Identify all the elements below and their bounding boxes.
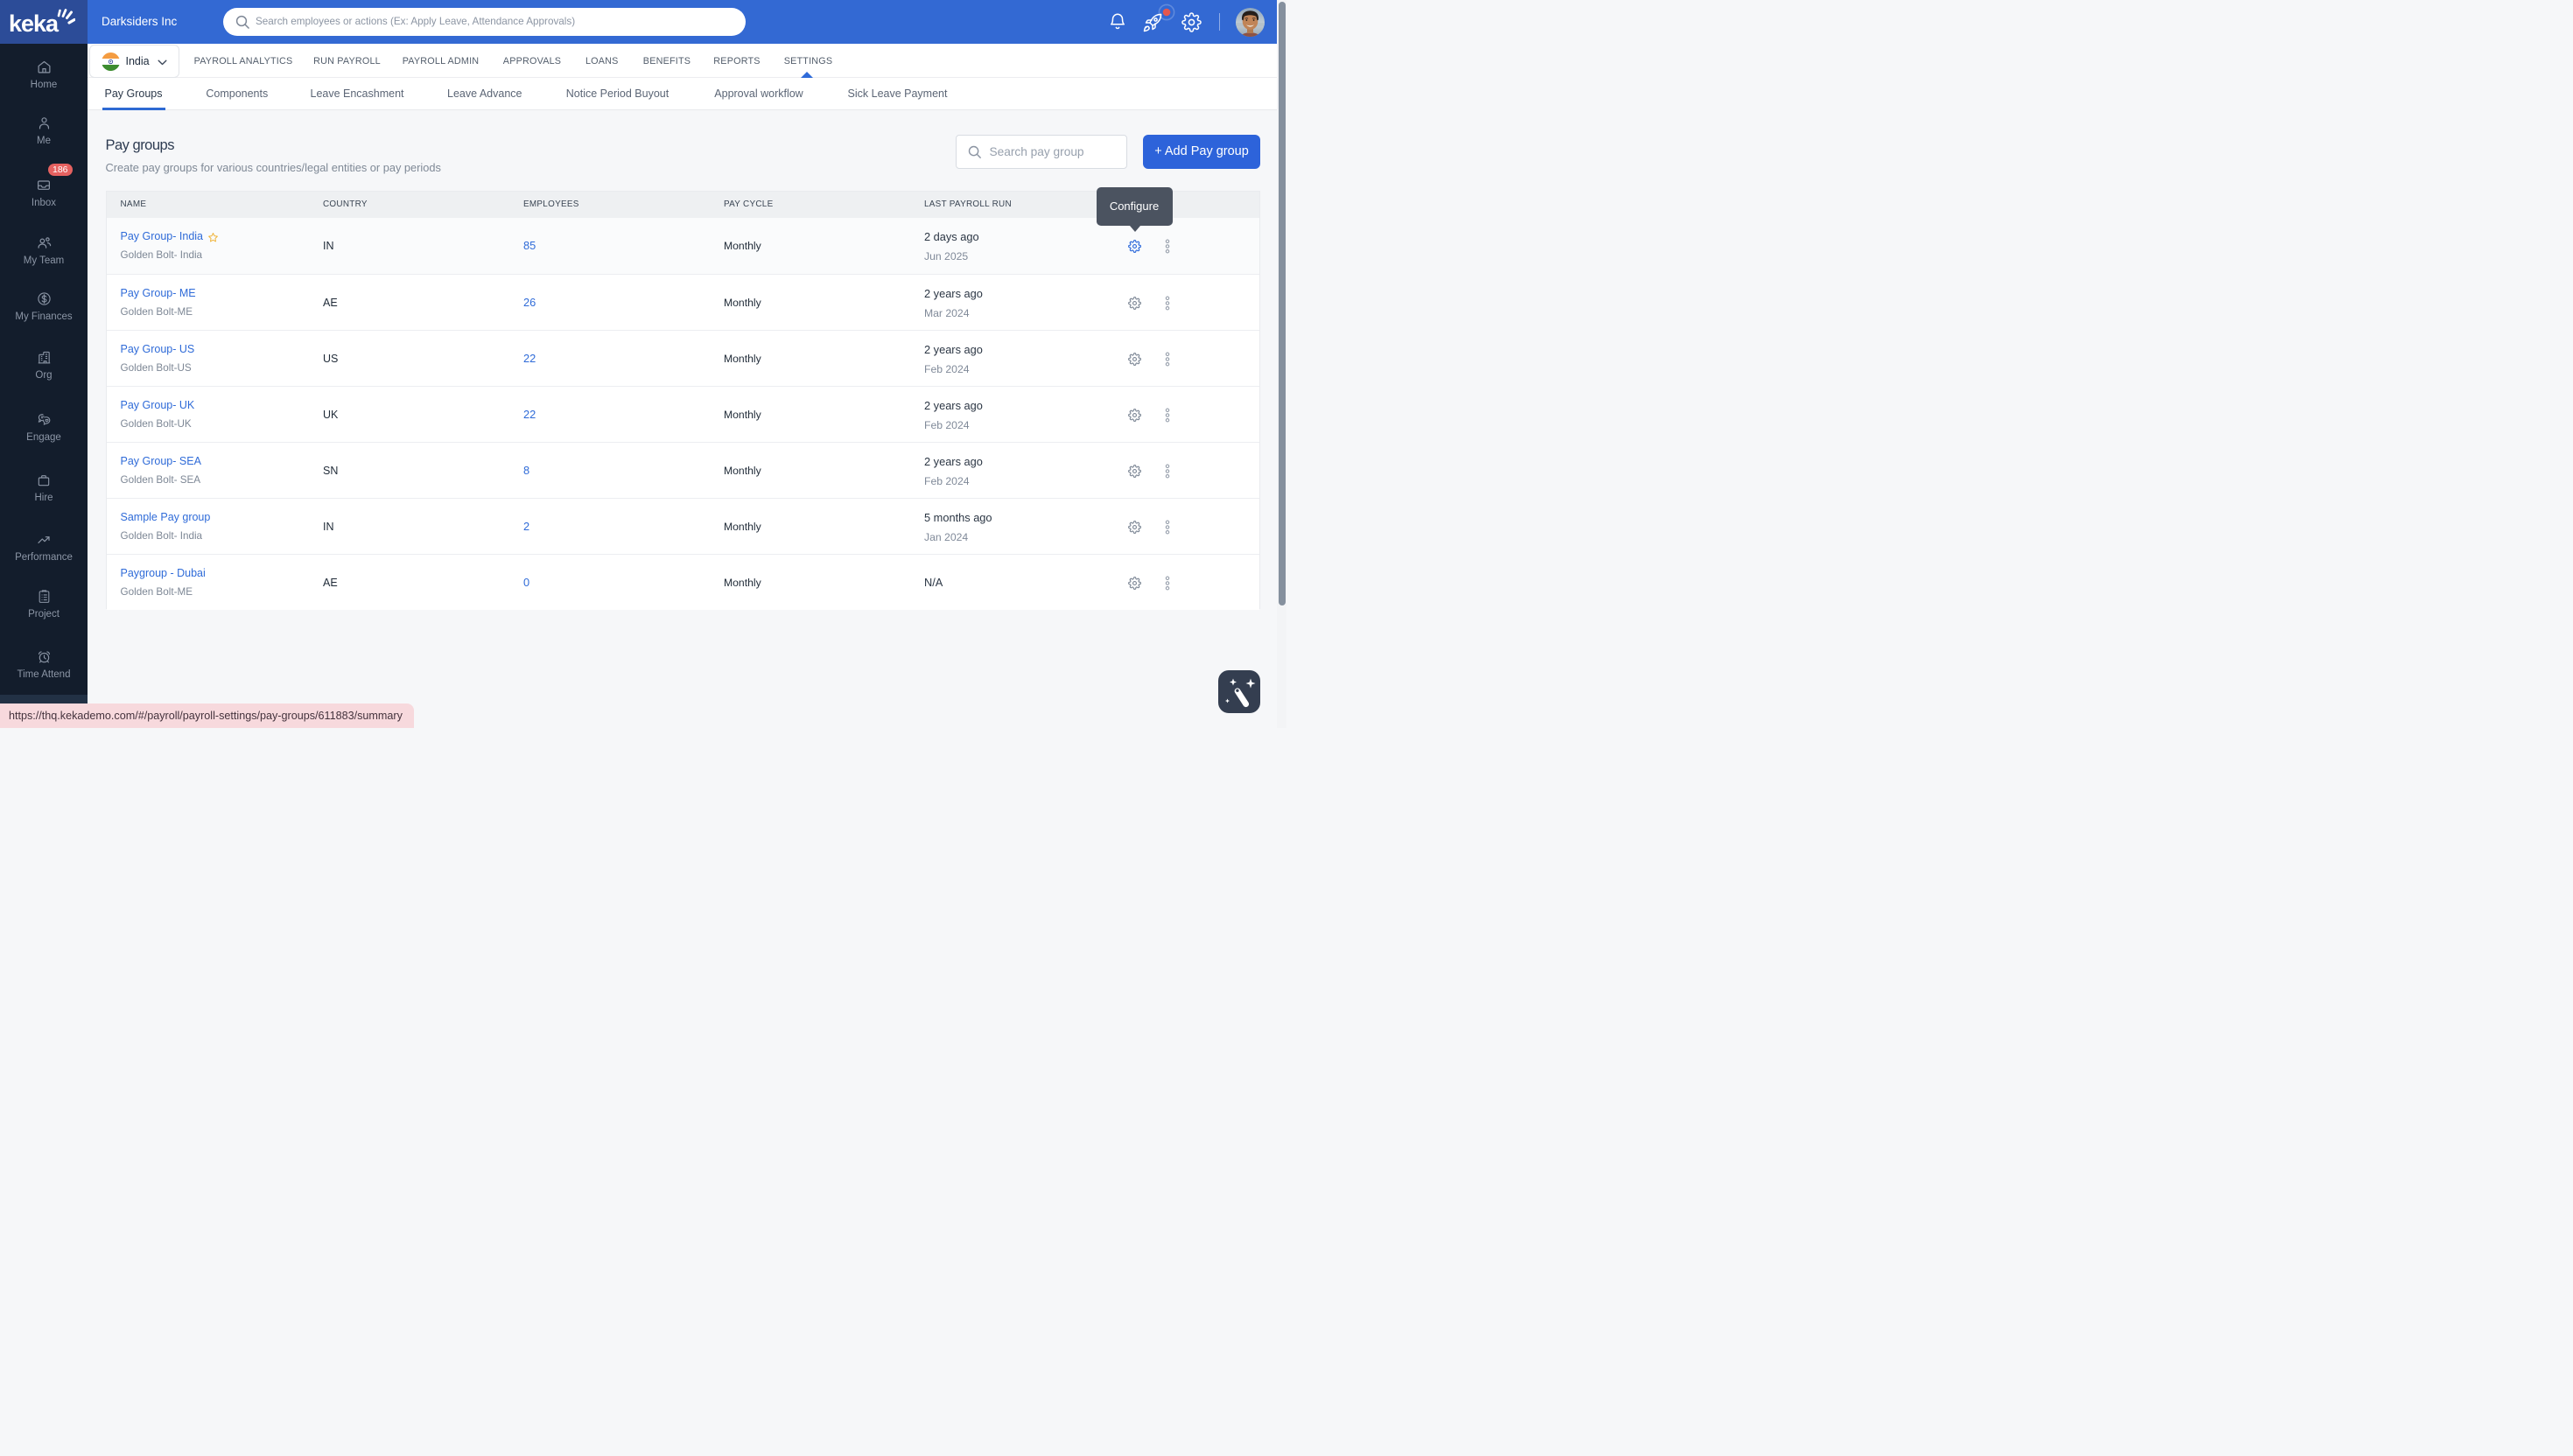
- svg-text:keka: keka: [9, 10, 60, 37]
